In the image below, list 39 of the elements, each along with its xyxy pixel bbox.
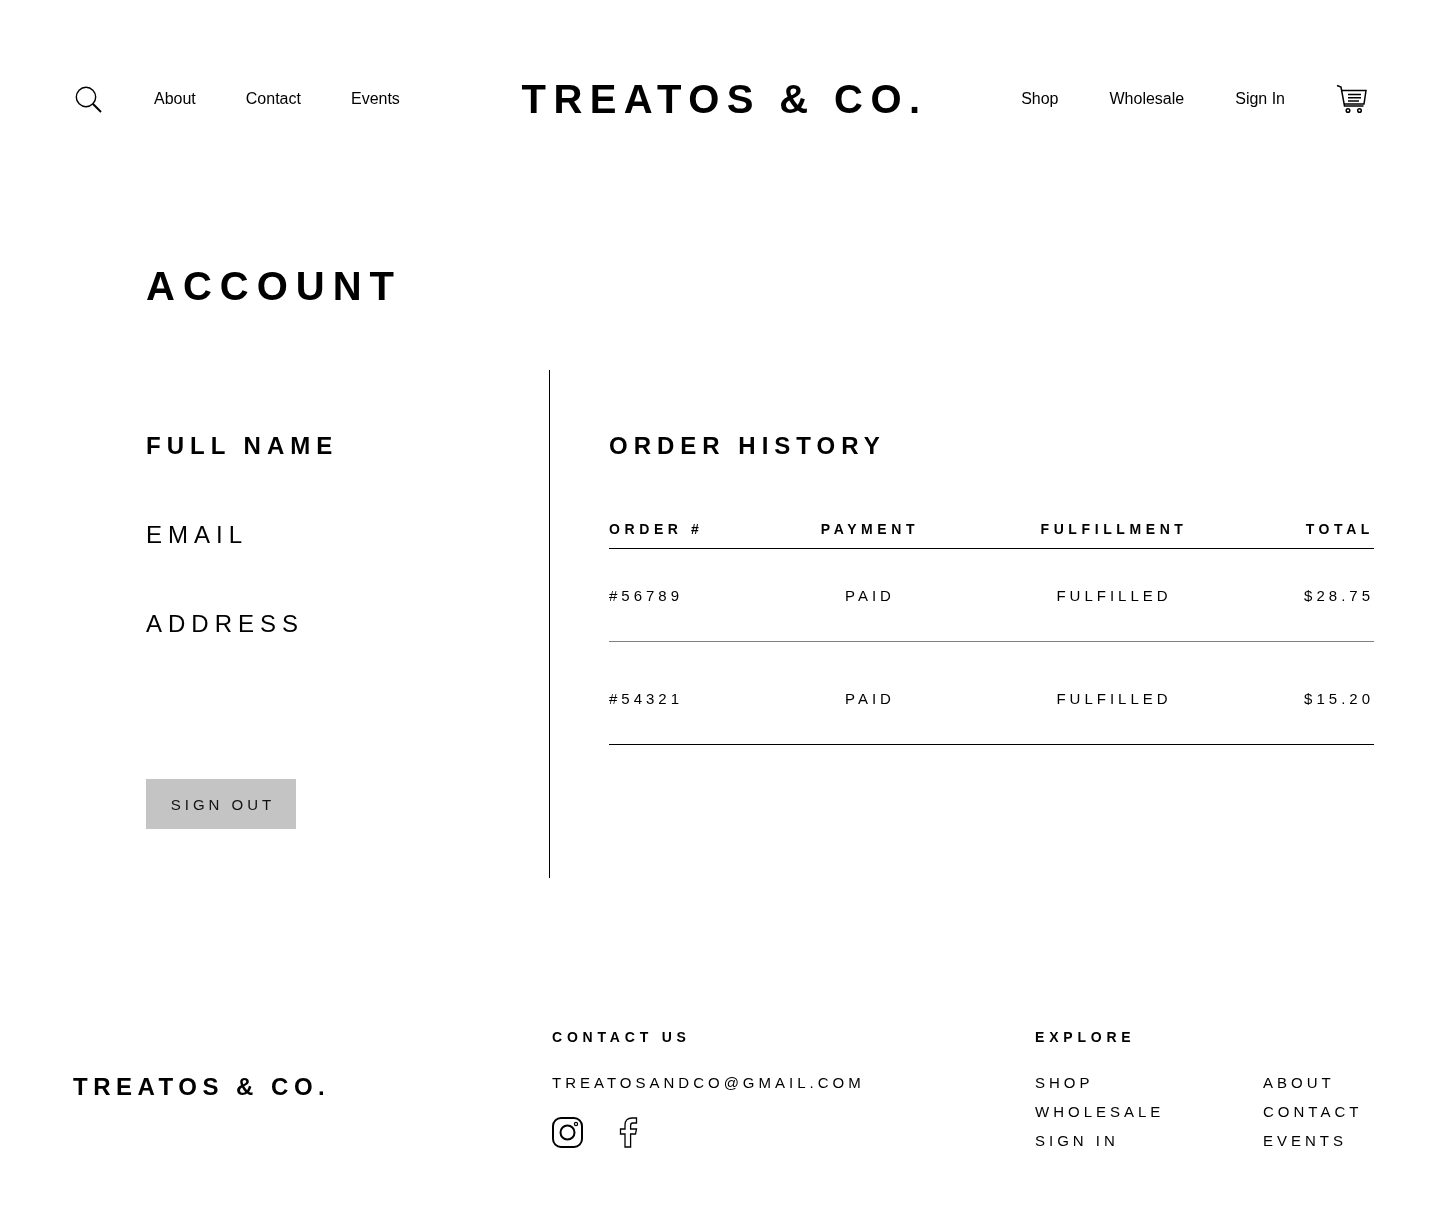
email-label: EMAIL [146, 520, 249, 550]
nav-link[interactable]: Shop [1021, 89, 1059, 109]
column-header: PAYMENT [789, 521, 951, 549]
footer-logo[interactable]: TREATOS & CO. [73, 1072, 331, 1102]
email-link[interactable]: TREATOSANDCO@GMAIL.COM [552, 1074, 865, 1092]
facebook-icon[interactable] [618, 1117, 638, 1148]
footer-link[interactable]: SIGN IN [1035, 1126, 1119, 1155]
footer-link[interactable]: ABOUT [1263, 1068, 1335, 1097]
instagram-icon[interactable] [552, 1117, 583, 1148]
full-name-label: FULL NAME [146, 431, 339, 461]
site-logo[interactable]: TREATOS & CO. [521, 75, 928, 123]
section-title: ORDER HISTORY [609, 431, 886, 461]
table-cell: #54321 [609, 642, 789, 745]
footer-heading: EXPLORE [1035, 1029, 1136, 1046]
search-icon[interactable] [75, 85, 102, 113]
sign-out-button[interactable]: SIGN OUT [146, 779, 296, 829]
address-label: ADDRESS [146, 609, 305, 639]
footer-link[interactable]: WHOLESALE [1035, 1097, 1165, 1126]
column-header: ORDER # [609, 521, 789, 549]
column-header: TOTAL [1277, 521, 1374, 549]
nav-link[interactable]: About [154, 89, 196, 109]
nav-link[interactable]: Contact [245, 89, 301, 109]
page-title: ACCOUNT [146, 263, 402, 310]
table-cell: PAID [789, 549, 951, 642]
table-cell: FULFILLED [951, 642, 1277, 745]
table-cell: #56789 [609, 549, 789, 642]
column-header: FULFILLMENT [951, 521, 1277, 549]
nav-link[interactable]: Sign In [1235, 89, 1285, 109]
table-cell: FULFILLED [951, 549, 1277, 642]
table-cell: $15.20 [1277, 642, 1374, 745]
table-cell: $28.75 [1277, 549, 1374, 642]
footer-link[interactable]: EVENTS [1263, 1126, 1347, 1155]
footer-link[interactable]: CONTACT [1263, 1097, 1363, 1126]
table-cell: PAID [789, 642, 951, 745]
footer-heading: CONTACT US [552, 1029, 691, 1046]
cart-icon[interactable] [1336, 84, 1367, 114]
footer-link[interactable]: SHOP [1035, 1068, 1094, 1097]
nav-link[interactable]: Events [350, 89, 400, 109]
nav-link[interactable]: Wholesale [1109, 89, 1185, 109]
